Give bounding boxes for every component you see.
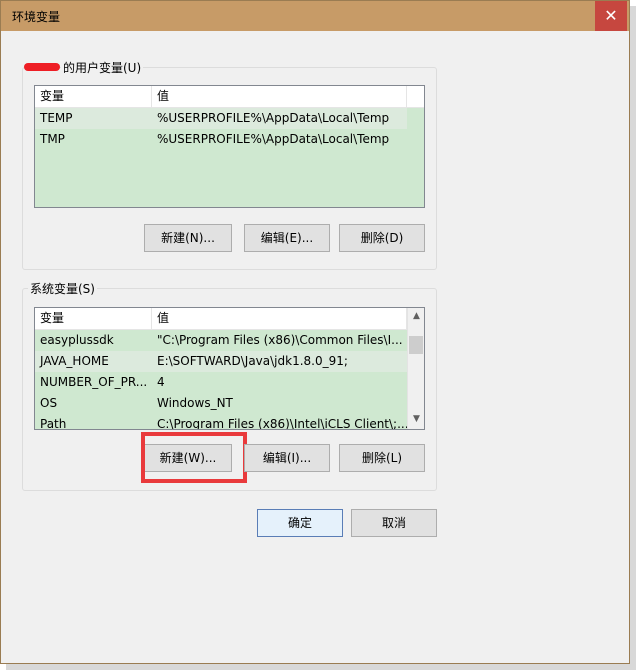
list-item[interactable]: NUMBER_OF_PR... 4 bbox=[35, 372, 407, 393]
user-vars-list[interactable]: 变量 值 TEMP %USERPROFILE%\AppData\Local\Te… bbox=[34, 85, 425, 208]
list-item[interactable]: TMP %USERPROFILE%\AppData\Local\Temp bbox=[35, 129, 407, 150]
var-name: TMP bbox=[40, 132, 65, 146]
list-item[interactable]: TEMP %USERPROFILE%\AppData\Local\Temp bbox=[35, 108, 407, 129]
var-value: 4 bbox=[157, 375, 165, 389]
var-value: "C:\Program Files (x86)\Common Files\I..… bbox=[157, 333, 403, 347]
var-name: JAVA_HOME bbox=[40, 354, 109, 368]
column-header-variable[interactable]: 变量 bbox=[35, 86, 152, 107]
var-value: %USERPROFILE%\AppData\Local\Temp bbox=[157, 132, 390, 146]
user-vars-body: TEMP %USERPROFILE%\AppData\Local\Temp TM… bbox=[35, 108, 424, 207]
system-vars-scrollbar[interactable]: ▲ ▼ bbox=[407, 308, 424, 429]
window-title: 环境变量 bbox=[12, 10, 61, 24]
list-item[interactable]: JAVA_HOME E:\SOFTWARD\Java\jdk1.8.0_91; bbox=[35, 351, 407, 372]
list-item[interactable]: easyplussdk "C:\Program Files (x86)\Comm… bbox=[35, 330, 407, 351]
var-name: TEMP bbox=[40, 111, 73, 125]
close-icon: ✕ bbox=[604, 6, 618, 25]
user-delete-button[interactable]: 删除(D) bbox=[339, 224, 425, 252]
env-vars-dialog: 环境变量 ✕ 的用户变量(U) 变量 值 TEMP %USERPROFILE%\… bbox=[0, 0, 630, 664]
scroll-down-icon[interactable]: ▼ bbox=[408, 411, 424, 428]
var-name: NUMBER_OF_PR... bbox=[40, 375, 148, 389]
cancel-button[interactable]: 取消 bbox=[351, 509, 437, 537]
var-name: Path bbox=[40, 417, 67, 430]
system-vars-label: 系统变量(S) bbox=[28, 280, 97, 297]
highlight-box bbox=[141, 432, 247, 483]
titlebar[interactable]: 环境变量 ✕ bbox=[1, 1, 629, 31]
var-name: easyplussdk bbox=[40, 333, 114, 347]
var-name: OS bbox=[40, 396, 58, 410]
column-header-variable[interactable]: 变量 bbox=[35, 308, 152, 329]
system-delete-button[interactable]: 删除(L) bbox=[339, 444, 425, 472]
column-header-value[interactable]: 值 bbox=[152, 308, 407, 329]
dialog-body: 的用户变量(U) 变量 值 TEMP %USERPROFILE%\AppData… bbox=[8, 31, 622, 657]
var-value: C:\Program Files (x86)\Intel\iCLS Client… bbox=[157, 417, 407, 430]
scroll-thumb[interactable] bbox=[409, 336, 423, 354]
var-value: E:\SOFTWARD\Java\jdk1.8.0_91; bbox=[157, 354, 348, 368]
column-header-value[interactable]: 值 bbox=[152, 86, 407, 107]
redacted-username bbox=[24, 63, 60, 71]
list-item[interactable]: OS Windows_NT bbox=[35, 393, 407, 414]
user-vars-header: 变量 值 bbox=[35, 86, 424, 108]
system-vars-body: easyplussdk "C:\Program Files (x86)\Comm… bbox=[35, 330, 407, 429]
system-edit-button[interactable]: 编辑(I)... bbox=[244, 444, 330, 472]
user-vars-label: 的用户变量(U) bbox=[61, 59, 144, 76]
ok-button[interactable]: 确定 bbox=[257, 509, 343, 537]
user-new-button[interactable]: 新建(N)... bbox=[144, 224, 232, 252]
system-vars-list[interactable]: 变量 值 easyplussdk "C:\Program Files (x86)… bbox=[34, 307, 425, 430]
close-button[interactable]: ✕ bbox=[595, 1, 627, 31]
list-item[interactable]: Path C:\Program Files (x86)\Intel\iCLS C… bbox=[35, 414, 407, 430]
system-vars-header: 变量 值 bbox=[35, 308, 407, 330]
scroll-up-icon[interactable]: ▲ bbox=[408, 308, 424, 325]
user-edit-button[interactable]: 编辑(E)... bbox=[244, 224, 330, 252]
var-value: %USERPROFILE%\AppData\Local\Temp bbox=[157, 111, 390, 125]
var-value: Windows_NT bbox=[157, 396, 233, 410]
